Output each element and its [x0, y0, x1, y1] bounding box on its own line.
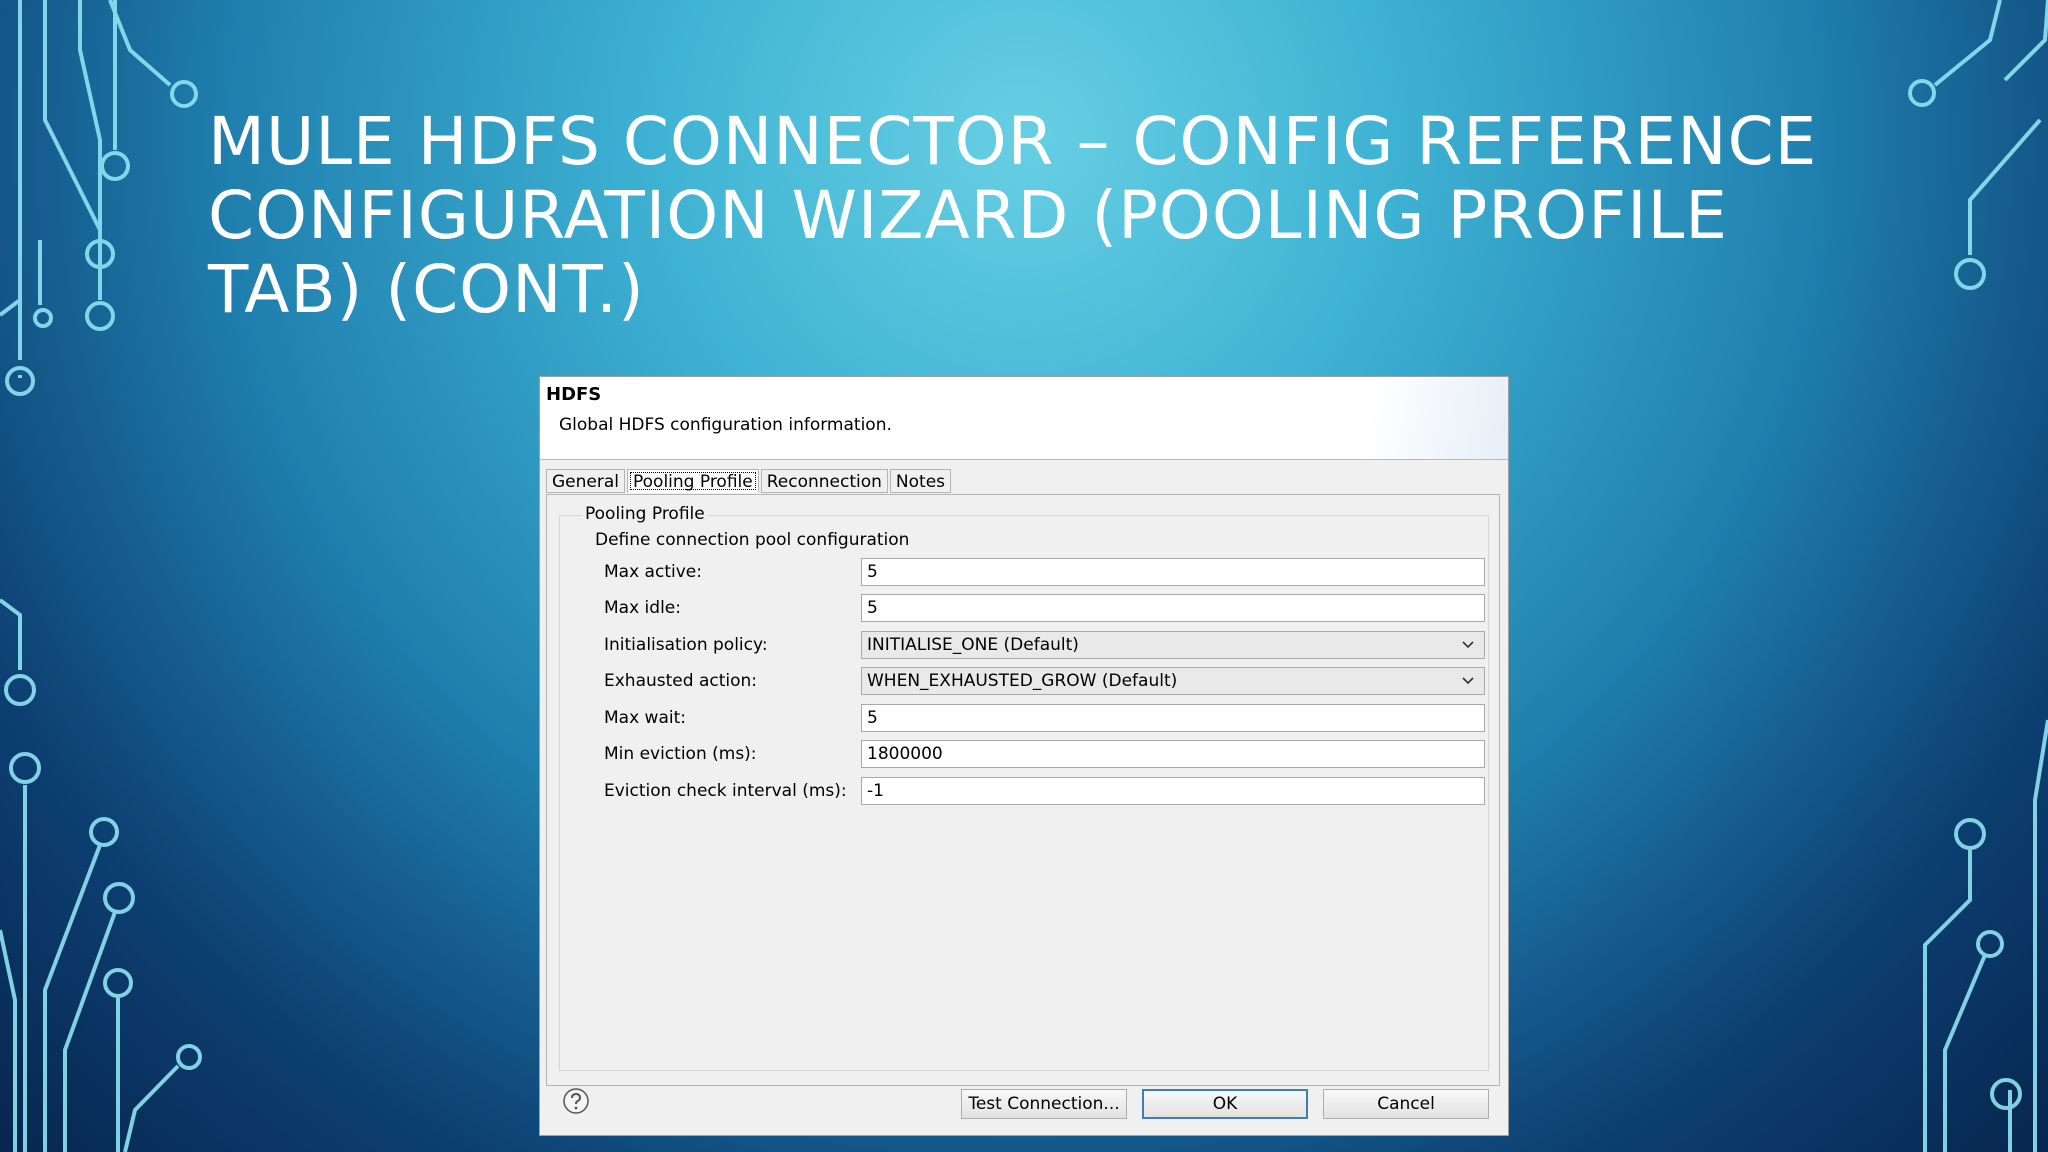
eviction-check-interval-label: Eviction check interval (ms):	[604, 781, 847, 801]
max-wait-label: Max wait:	[604, 708, 686, 728]
tab-notes[interactable]: Notes	[889, 469, 952, 493]
min-eviction-label: Min eviction (ms):	[604, 744, 757, 764]
dialog-header: HDFS Global HDFS configuration informati…	[540, 377, 1508, 460]
pooling-profile-panel: Pooling Profile Define connection pool c…	[546, 494, 1500, 1086]
group-description: Define connection pool configuration	[595, 530, 910, 550]
chevron-down-icon	[1462, 641, 1474, 649]
exhausted-action-value: WHEN_EXHAUSTED_GROW (Default)	[867, 671, 1178, 691]
max-idle-input[interactable]: 5	[861, 594, 1485, 622]
hdfs-config-dialog: HDFS Global HDFS configuration informati…	[539, 376, 1509, 1136]
exhausted-action-select[interactable]: WHEN_EXHAUSTED_GROW (Default)	[861, 667, 1485, 695]
min-eviction-input[interactable]: 1800000	[861, 740, 1485, 768]
slide-title: MULE HDFS CONNECTOR – CONFIG REFERENCE C…	[208, 103, 1818, 328]
tab-reconnection[interactable]: Reconnection	[760, 469, 888, 493]
max-active-input[interactable]: 5	[861, 558, 1485, 586]
max-idle-label: Max idle:	[604, 598, 681, 618]
max-active-label: Max active:	[604, 562, 702, 582]
ok-button[interactable]: OK	[1142, 1089, 1308, 1119]
tab-pooling-profile[interactable]: Pooling Profile	[627, 469, 759, 493]
initialisation-policy-label: Initialisation policy:	[604, 635, 768, 655]
tab-bar: General Pooling Profile Reconnection Not…	[546, 469, 953, 495]
max-wait-input[interactable]: 5	[861, 704, 1485, 732]
test-connection-button[interactable]: Test Connection...	[961, 1089, 1127, 1119]
cancel-button[interactable]: Cancel	[1323, 1089, 1489, 1119]
chevron-down-icon	[1462, 677, 1474, 685]
group-legend: Pooling Profile	[582, 504, 708, 524]
initialisation-policy-select[interactable]: INITIALISE_ONE (Default)	[861, 631, 1485, 659]
dialog-title: HDFS	[546, 384, 602, 405]
initialisation-policy-value: INITIALISE_ONE (Default)	[867, 635, 1079, 655]
eviction-check-interval-input[interactable]: -1	[861, 777, 1485, 805]
dialog-description: Global HDFS configuration information.	[559, 415, 892, 435]
tab-general[interactable]: General	[546, 469, 625, 493]
pooling-profile-group: Pooling Profile Define connection pool c…	[559, 504, 1489, 1071]
help-question-icon[interactable]	[562, 1087, 590, 1115]
exhausted-action-label: Exhausted action:	[604, 671, 757, 691]
